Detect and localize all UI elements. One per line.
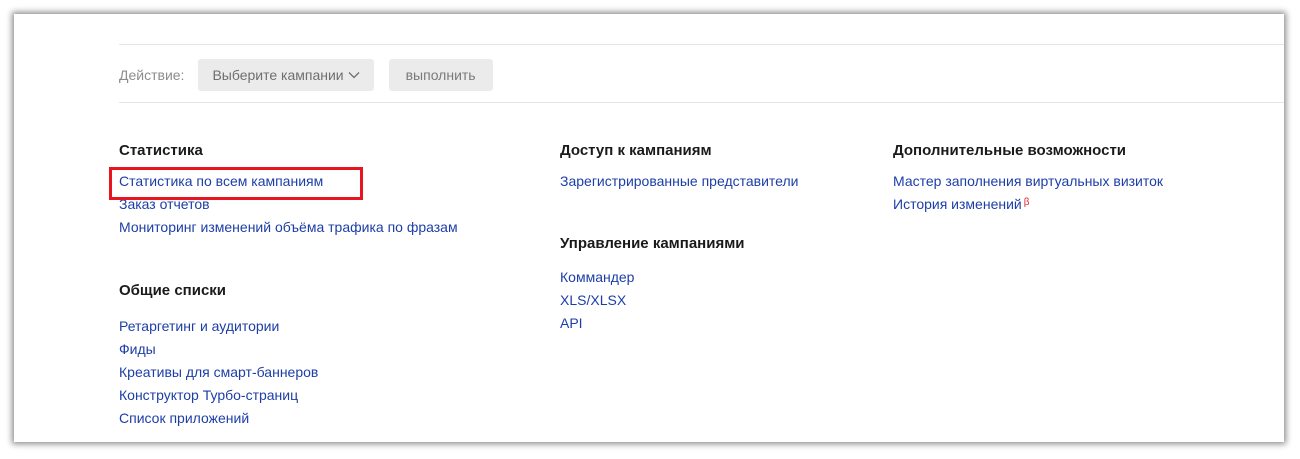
execute-button[interactable]: выполнить	[388, 59, 493, 91]
campaign-management-title: Управление кампаниями	[560, 235, 745, 252]
shared-lists-title: Общие списки	[119, 282, 227, 299]
beta-badge: β	[1023, 197, 1030, 208]
link-registered-representatives[interactable]: Зарегистрированные представители	[560, 170, 798, 193]
screenshot-frame: Действие: Выберите кампании выполнить Ст…	[14, 14, 1284, 442]
link-change-history-item[interactable]: История изменений β	[893, 193, 1163, 216]
campaign-access-section: Доступ к кампаниям Зарегистрированные пр…	[560, 142, 798, 193]
action-bar: Действие: Выберите кампании выполнить	[119, 59, 493, 91]
extra-features-section: Дополнительные возможности Мастер заполн…	[893, 142, 1163, 216]
link-smart-banner-creatives[interactable]: Креативы для смарт-баннеров	[119, 361, 318, 384]
statistics-title: Статистика	[119, 142, 203, 159]
chevron-down-icon	[348, 72, 360, 79]
link-traffic-monitoring[interactable]: Мониторинг изменений объёма трафика по ф…	[119, 216, 458, 239]
link-feeds[interactable]: Фиды	[119, 338, 318, 361]
link-app-list[interactable]: Список приложений	[119, 407, 318, 430]
link-change-history: История изменений	[893, 196, 1022, 212]
action-divider	[119, 102, 1284, 103]
top-divider	[119, 44, 1284, 45]
campaign-select[interactable]: Выберите кампании	[198, 59, 374, 91]
campaign-select-value: Выберите кампании	[212, 67, 344, 83]
link-vcard-wizard[interactable]: Мастер заполнения виртуальных визиток	[893, 170, 1163, 193]
extra-features-title: Дополнительные возможности	[893, 142, 1127, 159]
highlight-box	[109, 167, 363, 200]
link-turbo-pages-builder[interactable]: Конструктор Турбо-страниц	[119, 384, 318, 407]
link-commander[interactable]: Коммандер	[560, 266, 745, 289]
action-label: Действие:	[119, 67, 185, 83]
campaign-access-title: Доступ к кампаниям	[560, 142, 712, 159]
shared-lists-section: Общие списки Ретаргетинг и аудитории Фид…	[119, 282, 318, 430]
link-api[interactable]: API	[560, 312, 745, 335]
campaign-management-section: Управление кампаниями Коммандер XLS/XLSX…	[560, 235, 745, 335]
link-retargeting[interactable]: Ретаргетинг и аудитории	[119, 315, 318, 338]
link-xls-xlsx[interactable]: XLS/XLSX	[560, 289, 745, 312]
